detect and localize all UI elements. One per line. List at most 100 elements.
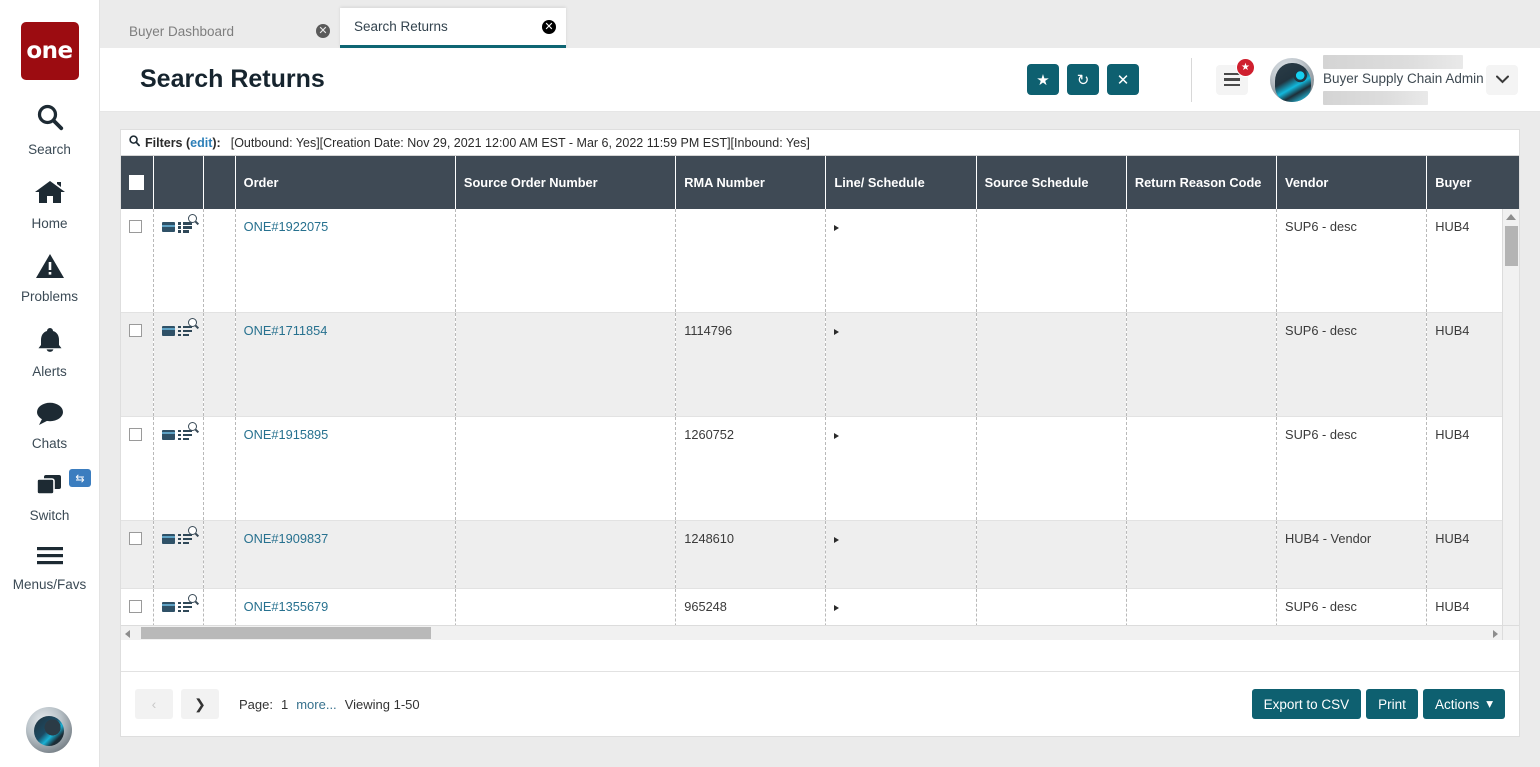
vertical-scroll-thumb[interactable] (1505, 226, 1518, 266)
scroll-left-arrow-icon[interactable] (125, 630, 130, 638)
page-number[interactable]: 1 (281, 697, 288, 712)
tab-search-returns[interactable]: Search Returns ✕ (340, 8, 566, 48)
user-role-label: Buyer Supply Chain Admin (1323, 69, 1468, 88)
expand-triangle-icon[interactable] (834, 537, 839, 543)
list-detail-icon[interactable] (178, 600, 193, 613)
sidebar-item-home[interactable]: Home (0, 179, 99, 231)
sidebar-item-switch[interactable]: ⇆ Switch (0, 473, 99, 523)
column-source-schedule[interactable]: Source Schedule (976, 156, 1126, 209)
cell-line-schedule[interactable] (826, 209, 976, 312)
vertical-scrollbar[interactable] (1502, 209, 1519, 640)
one-logo[interactable]: one (21, 22, 79, 80)
row-select-cell[interactable] (121, 416, 153, 520)
sidebar-item-menus-favs[interactable]: Menus/Favs (0, 545, 99, 592)
column-line-schedule[interactable]: Line/ Schedule (826, 156, 976, 209)
scroll-right-arrow-icon[interactable] (1493, 630, 1498, 638)
row-checkbox[interactable] (129, 324, 142, 337)
table-row[interactable]: ONE#1922075SUP6 - descHUB4 (121, 209, 1519, 312)
row-checkbox[interactable] (129, 600, 142, 613)
row-checkbox[interactable] (129, 532, 142, 545)
order-link[interactable]: ONE#1915895 (244, 427, 329, 442)
export-to-csv-button[interactable]: Export to CSV (1252, 689, 1362, 719)
sidebar-item-search[interactable]: Search (0, 102, 99, 157)
cell-source-order-number (455, 209, 675, 312)
next-page-button[interactable]: ❯ (181, 689, 219, 719)
menu-button[interactable]: ★ (1216, 65, 1248, 95)
cell-order[interactable]: ONE#1711854 (235, 312, 455, 416)
tab-buyer-dashboard[interactable]: Buyer Dashboard ✕ (115, 14, 340, 48)
filters-edit-link[interactable]: edit (190, 136, 212, 150)
print-button[interactable]: Print (1366, 689, 1418, 719)
row-checkbox[interactable] (129, 428, 142, 441)
actions-button[interactable]: Actions ▾ (1423, 689, 1505, 719)
horizontal-scrollbar[interactable] (121, 625, 1502, 640)
column-rma-number[interactable]: RMA Number (676, 156, 826, 209)
favorite-button[interactable]: ★ (1027, 64, 1059, 95)
horizontal-scroll-thumb[interactable] (141, 627, 431, 639)
close-circle-icon[interactable]: ✕ (542, 20, 556, 34)
rail-avatar[interactable] (26, 707, 72, 753)
cell-source-order-number (455, 520, 675, 588)
filters-value: [Outbound: Yes][Creation Date: Nov 29, 2… (231, 136, 810, 150)
cell-order[interactable]: ONE#1915895 (235, 416, 455, 520)
order-link[interactable]: ONE#1355679 (244, 599, 329, 614)
column-return-reason-code[interactable]: Return Reason Code (1126, 156, 1276, 209)
row-select-cell[interactable] (121, 312, 153, 416)
order-link[interactable]: ONE#1909837 (244, 531, 329, 546)
expand-triangle-icon[interactable] (834, 433, 839, 439)
row-checkbox[interactable] (129, 220, 142, 233)
calendar-icon[interactable] (162, 428, 175, 440)
cell-line-schedule[interactable] (826, 520, 976, 588)
swap-arrows-icon[interactable]: ⇆ (69, 469, 91, 487)
cell-return-reason-code (1126, 209, 1276, 312)
user-menu-dropdown[interactable] (1486, 65, 1518, 95)
column-buyer[interactable]: Buyer (1427, 156, 1519, 209)
row-icons-cell[interactable] (153, 312, 203, 416)
close-circle-icon[interactable]: ✕ (316, 24, 330, 38)
table-row[interactable]: ONE#19098371248610HUB4 - VendorHUB4 (121, 520, 1519, 588)
cell-order[interactable]: ONE#1909837 (235, 520, 455, 588)
calendar-icon[interactable] (162, 600, 175, 612)
list-detail-icon[interactable] (178, 324, 193, 337)
sidebar-item-chats[interactable]: Chats (0, 401, 99, 451)
cell-source-schedule (976, 416, 1126, 520)
list-detail-icon[interactable] (178, 428, 193, 441)
sidebar-item-label: Problems (21, 289, 78, 304)
refresh-icon: ↻ (1077, 71, 1090, 89)
close-button[interactable]: ✕ (1107, 64, 1139, 95)
order-link[interactable]: ONE#1922075 (244, 219, 329, 234)
filters-label: Filters ( (145, 136, 190, 150)
column-vendor[interactable]: Vendor (1277, 156, 1427, 209)
list-detail-icon[interactable] (178, 532, 193, 545)
row-icons-cell[interactable] (153, 209, 203, 312)
table-row[interactable]: ONE#17118541114796SUP6 - descHUB4 (121, 312, 1519, 416)
more-pages-link[interactable]: more... (296, 697, 336, 712)
cell-order[interactable]: ONE#1922075 (235, 209, 455, 312)
cell-line-schedule[interactable] (826, 312, 976, 416)
list-detail-icon[interactable] (178, 220, 193, 233)
table-row[interactable]: ONE#19158951260752SUP6 - descHUB4 (121, 416, 1519, 520)
calendar-icon[interactable] (162, 220, 175, 232)
column-source-order-number[interactable]: Source Order Number (455, 156, 675, 209)
refresh-button[interactable]: ↻ (1067, 64, 1099, 95)
row-icons-cell[interactable] (153, 416, 203, 520)
expand-triangle-icon[interactable] (834, 605, 839, 611)
select-all-checkbox[interactable] (129, 175, 144, 190)
scroll-up-arrow-icon[interactable] (1506, 214, 1516, 220)
cell-line-schedule[interactable] (826, 416, 976, 520)
row-select-cell[interactable] (121, 520, 153, 588)
order-link[interactable]: ONE#1711854 (244, 323, 328, 338)
row-select-cell[interactable] (121, 209, 153, 312)
previous-page-button[interactable]: ‹ (135, 689, 173, 719)
avatar[interactable] (1270, 58, 1314, 102)
sidebar-item-problems[interactable]: Problems (0, 253, 99, 304)
calendar-icon[interactable] (162, 324, 175, 336)
sidebar-item-alerts[interactable]: Alerts (0, 326, 99, 379)
row-icons-cell[interactable] (153, 520, 203, 588)
calendar-icon[interactable] (162, 532, 175, 544)
expand-triangle-icon[interactable] (834, 225, 839, 231)
magnifier-icon (188, 422, 197, 431)
column-order[interactable]: Order (235, 156, 455, 209)
expand-triangle-icon[interactable] (834, 329, 839, 335)
header-divider (1191, 58, 1192, 102)
